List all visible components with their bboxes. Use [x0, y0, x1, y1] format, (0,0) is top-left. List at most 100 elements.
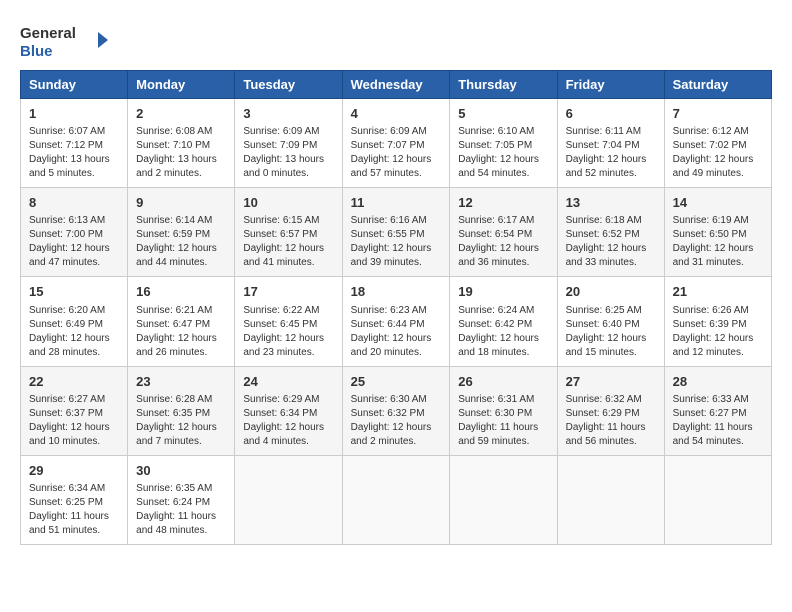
day-info: Sunrise: 6:34 AMSunset: 6:25 PMDaylight:…: [29, 482, 119, 538]
day-number: 26: [458, 373, 548, 391]
day-number: 10: [243, 194, 333, 212]
day-info: Sunrise: 6:17 AMSunset: 6:54 PMDaylight:…: [458, 214, 548, 270]
weekday-header-sunday: Sunday: [21, 71, 128, 99]
day-cell: 18 Sunrise: 6:23 AMSunset: 6:44 PMDayligh…: [342, 277, 450, 366]
day-info: Sunrise: 6:29 AMSunset: 6:34 PMDaylight:…: [243, 393, 333, 449]
weekday-header-monday: Monday: [128, 71, 235, 99]
day-number: 4: [351, 105, 442, 123]
day-number: 20: [566, 283, 656, 301]
day-number: 22: [29, 373, 119, 391]
day-info: Sunrise: 6:13 AMSunset: 7:00 PMDaylight:…: [29, 214, 119, 270]
day-info: Sunrise: 6:35 AMSunset: 6:24 PMDaylight:…: [136, 482, 226, 538]
day-cell: 23Sunrise: 6:28 AMSunset: 6:35 PMDayligh…: [128, 366, 235, 455]
day-cell: 3 Sunrise: 6:09 AMSunset: 7:09 PMDaylight…: [235, 99, 342, 188]
day-number: 17: [243, 283, 333, 301]
day-number: 16: [136, 283, 226, 301]
day-number: 21: [673, 283, 763, 301]
day-info: Sunrise: 6:09 AMSunset: 7:09 PMDaylight:…: [243, 125, 333, 181]
day-number: 18: [351, 283, 442, 301]
logo: General Blue: [20, 20, 110, 60]
day-cell: 19 Sunrise: 6:24 AMSunset: 6:42 PMDayligh…: [450, 277, 557, 366]
day-info: Sunrise: 6:31 AMSunset: 6:30 PMDaylight:…: [458, 393, 548, 449]
day-cell: 7Sunrise: 6:12 AMSunset: 7:02 PMDaylight…: [664, 99, 771, 188]
weekday-header-wednesday: Wednesday: [342, 71, 450, 99]
day-info: Sunrise: 6:25 AMSunset: 6:40 PMDaylight:…: [566, 304, 656, 360]
week-row-2: 8 Sunrise: 6:13 AMSunset: 7:00 PMDaylight…: [21, 188, 772, 277]
weekday-header-thursday: Thursday: [450, 71, 557, 99]
day-number: 13: [566, 194, 656, 212]
day-info: Sunrise: 6:15 AMSunset: 6:57 PMDaylight:…: [243, 214, 333, 270]
day-cell: 30 Sunrise: 6:35 AMSunset: 6:24 PMDayligh…: [128, 455, 235, 544]
week-row-1: 1 Sunrise: 6:07 AMSunset: 7:12 PMDaylight…: [21, 99, 772, 188]
day-info: Sunrise: 6:33 AMSunset: 6:27 PMDaylight:…: [673, 393, 763, 449]
day-cell: 28 Sunrise: 6:33 AMSunset: 6:27 PMDayligh…: [664, 366, 771, 455]
day-number: 11: [351, 194, 442, 212]
svg-text:General: General: [20, 25, 76, 42]
day-number: 23: [136, 373, 226, 391]
day-number: 29: [29, 462, 119, 480]
day-info: Sunrise: 6:23 AMSunset: 6:44 PMDaylight:…: [351, 304, 442, 360]
day-cell: 20 Sunrise: 6:25 AMSunset: 6:40 PMDayligh…: [557, 277, 664, 366]
day-cell: [450, 455, 557, 544]
svg-text:Blue: Blue: [20, 43, 53, 60]
day-number: 27: [566, 373, 656, 391]
day-cell: 5 Sunrise: 6:10 AMSunset: 7:05 PMDaylight…: [450, 99, 557, 188]
day-cell: [664, 455, 771, 544]
week-row-3: 15 Sunrise: 6:20 AMSunset: 6:49 PMDayligh…: [21, 277, 772, 366]
day-info: Sunrise: 6:19 AMSunset: 6:50 PMDaylight:…: [673, 214, 763, 270]
day-number: 24: [243, 373, 333, 391]
weekday-header-row: SundayMondayTuesdayWednesdayThursdayFrid…: [21, 71, 772, 99]
day-cell: 16 Sunrise: 6:21 AMSunset: 6:47 PMDayligh…: [128, 277, 235, 366]
day-number: 30: [136, 462, 226, 480]
day-cell: 14 Sunrise: 6:19 AMSunset: 6:50 PMDayligh…: [664, 188, 771, 277]
day-cell: 27Sunrise: 6:32 AMSunset: 6:29 PMDayligh…: [557, 366, 664, 455]
day-number: 25: [351, 373, 442, 391]
day-info: Sunrise: 6:20 AMSunset: 6:49 PMDaylight:…: [29, 304, 119, 360]
day-number: 7: [673, 105, 763, 123]
day-info: Sunrise: 6:10 AMSunset: 7:05 PMDaylight:…: [458, 125, 548, 181]
day-info: Sunrise: 6:11 AMSunset: 7:04 PMDaylight:…: [566, 125, 656, 181]
day-cell: 1 Sunrise: 6:07 AMSunset: 7:12 PMDaylight…: [21, 99, 128, 188]
day-cell: 29 Sunrise: 6:34 AMSunset: 6:25 PMDayligh…: [21, 455, 128, 544]
day-cell: 9 Sunrise: 6:14 AMSunset: 6:59 PMDaylight…: [128, 188, 235, 277]
day-cell: 6 Sunrise: 6:11 AMSunset: 7:04 PMDaylight…: [557, 99, 664, 188]
day-number: 1: [29, 105, 119, 123]
day-number: 3: [243, 105, 333, 123]
day-info: Sunrise: 6:21 AMSunset: 6:47 PMDaylight:…: [136, 304, 226, 360]
weekday-header-friday: Friday: [557, 71, 664, 99]
day-cell: 26 Sunrise: 6:31 AMSunset: 6:30 PMDayligh…: [450, 366, 557, 455]
weekday-header-tuesday: Tuesday: [235, 71, 342, 99]
day-cell: 21 Sunrise: 6:26 AMSunset: 6:39 PMDayligh…: [664, 277, 771, 366]
day-cell: 12Sunrise: 6:17 AMSunset: 6:54 PMDayligh…: [450, 188, 557, 277]
week-row-5: 29 Sunrise: 6:34 AMSunset: 6:25 PMDayligh…: [21, 455, 772, 544]
logo-svg: General Blue: [20, 20, 110, 60]
day-number: 5: [458, 105, 548, 123]
day-cell: [235, 455, 342, 544]
day-number: 28: [673, 373, 763, 391]
day-info: Sunrise: 6:07 AMSunset: 7:12 PMDaylight:…: [29, 125, 119, 181]
week-row-4: 22 Sunrise: 6:27 AMSunset: 6:37 PMDayligh…: [21, 366, 772, 455]
header: General Blue: [20, 20, 772, 60]
day-info: Sunrise: 6:18 AMSunset: 6:52 PMDaylight:…: [566, 214, 656, 270]
day-number: 19: [458, 283, 548, 301]
day-info: Sunrise: 6:27 AMSunset: 6:37 PMDaylight:…: [29, 393, 119, 449]
day-number: 9: [136, 194, 226, 212]
day-number: 8: [29, 194, 119, 212]
day-cell: 10 Sunrise: 6:15 AMSunset: 6:57 PMDayligh…: [235, 188, 342, 277]
day-cell: 2Sunrise: 6:08 AMSunset: 7:10 PMDaylight…: [128, 99, 235, 188]
day-number: 15: [29, 283, 119, 301]
day-info: Sunrise: 6:09 AMSunset: 7:07 PMDaylight:…: [351, 125, 442, 181]
day-number: 14: [673, 194, 763, 212]
day-info: Sunrise: 6:14 AMSunset: 6:59 PMDaylight:…: [136, 214, 226, 270]
day-info: Sunrise: 6:16 AMSunset: 6:55 PMDaylight:…: [351, 214, 442, 270]
day-info: Sunrise: 6:22 AMSunset: 6:45 PMDaylight:…: [243, 304, 333, 360]
day-info: Sunrise: 6:24 AMSunset: 6:42 PMDaylight:…: [458, 304, 548, 360]
day-number: 6: [566, 105, 656, 123]
weekday-header-saturday: Saturday: [664, 71, 771, 99]
day-info: Sunrise: 6:30 AMSunset: 6:32 PMDaylight:…: [351, 393, 442, 449]
calendar-table: SundayMondayTuesdayWednesdayThursdayFrid…: [20, 70, 772, 545]
day-cell: 15 Sunrise: 6:20 AMSunset: 6:49 PMDayligh…: [21, 277, 128, 366]
day-cell: 22 Sunrise: 6:27 AMSunset: 6:37 PMDayligh…: [21, 366, 128, 455]
day-cell: 24 Sunrise: 6:29 AMSunset: 6:34 PMDayligh…: [235, 366, 342, 455]
day-info: Sunrise: 6:26 AMSunset: 6:39 PMDaylight:…: [673, 304, 763, 360]
